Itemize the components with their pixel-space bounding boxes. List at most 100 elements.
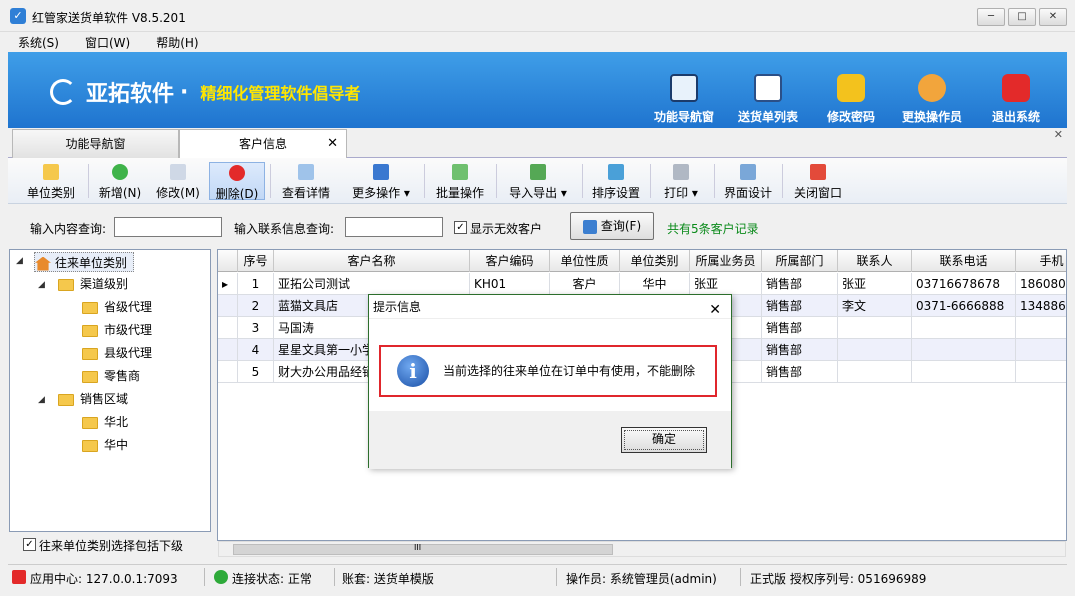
- menu-bar: 系统(S) 窗口(W) 帮助(H): [0, 32, 1075, 52]
- batch-icon: [452, 164, 468, 180]
- tab-label: 功能导航窗: [65, 137, 126, 151]
- batch-button[interactable]: 批量操作: [430, 162, 490, 200]
- contact-search-input[interactable]: [345, 217, 443, 237]
- col-salesman[interactable]: 所属业务员: [690, 250, 762, 272]
- tree-node-north[interactable]: 华北: [82, 412, 128, 432]
- show-invalid-checkbox[interactable]: ✓: [454, 221, 467, 234]
- col-name[interactable]: 客户名称: [274, 250, 470, 272]
- table-row[interactable]: ▸ 1 亚拓公司测试 KH01 客户 华中 张亚 销售部 张亚 03716678678 186080…: [218, 273, 1066, 295]
- button-label: 批量操作: [435, 186, 484, 200]
- category-button[interactable]: 单位类别: [22, 162, 80, 200]
- minimize-button[interactable]: ─: [977, 8, 1005, 26]
- tab-function-navigator[interactable]: 功能导航窗: [12, 129, 179, 158]
- ok-button[interactable]: 确定: [621, 427, 707, 453]
- col-phone[interactable]: 联系电话: [912, 250, 1016, 272]
- menu-system[interactable]: 系统(S): [0, 32, 67, 51]
- tab-close-icon[interactable]: ✕: [327, 130, 338, 158]
- show-invalid-label: 显示无效客户: [470, 222, 543, 236]
- content-search-input[interactable]: [114, 217, 222, 237]
- monitor-icon: [670, 74, 698, 102]
- close-window-button[interactable]: 关闭窗口: [788, 162, 848, 200]
- delete-button[interactable]: 删除(D): [209, 162, 265, 201]
- logo-icon: [50, 79, 76, 105]
- operator-status: 操作员: 系统管理员(admin): [566, 572, 717, 586]
- tree-label: 华中: [104, 438, 129, 452]
- button-label: 更多操作: [352, 186, 401, 200]
- tree-label: 销售区域: [80, 392, 129, 406]
- horizontal-scrollbar[interactable]: III: [218, 541, 1066, 557]
- view-details-button[interactable]: 查看详情: [276, 162, 336, 200]
- cell: 03716678678: [912, 273, 1016, 295]
- nav-label: 修改密码: [826, 110, 875, 124]
- include-children-checkbox[interactable]: ✓: [23, 538, 36, 551]
- more-actions-button[interactable]: 更多操作 ▾: [346, 162, 416, 200]
- cell: 5: [238, 361, 274, 383]
- col-mobile[interactable]: 手机: [1016, 250, 1066, 272]
- collapse-icon[interactable]: ◢: [38, 395, 45, 405]
- folder-icon: [82, 439, 98, 452]
- alert-dialog: 提示信息 ✕ i 当前选择的往来单位在订单中有使用，不能删除 确定: [368, 294, 732, 469]
- cell: 张亚: [690, 273, 762, 295]
- cell: [912, 361, 1016, 383]
- license-status: 正式版 授权序列号: 051696989: [750, 572, 927, 586]
- print-button[interactable]: 打印 ▾: [656, 162, 706, 200]
- tree-label: 渠道级别: [80, 277, 129, 291]
- button-label: 删除(D): [215, 187, 259, 201]
- menu-help[interactable]: 帮助(H): [138, 32, 206, 51]
- sort-icon: [608, 164, 624, 180]
- scroll-grip: III: [414, 543, 422, 552]
- dialog-title-bar: 提示信息 ✕: [369, 295, 731, 319]
- edit-button[interactable]: 修改(M): [152, 162, 204, 200]
- ui-design-button[interactable]: 界面设计: [720, 162, 776, 200]
- panel-close-icon[interactable]: ✕: [1054, 128, 1063, 141]
- import-export-button[interactable]: 导入导出 ▾: [502, 162, 574, 200]
- tree-label: 省级代理: [104, 300, 153, 314]
- nav-label: 更换操作员: [901, 110, 962, 124]
- separator: [740, 568, 741, 586]
- col-category[interactable]: 单位类别: [620, 250, 690, 272]
- row-indicator: [218, 295, 238, 317]
- tree-node-root[interactable]: 往来单位类别: [34, 252, 135, 272]
- maximize-button[interactable]: □: [1008, 8, 1036, 26]
- dialog-close-icon[interactable]: ✕: [709, 298, 721, 322]
- search-icon: [582, 219, 597, 234]
- nav-delivery-list[interactable]: 送货单列表: [728, 74, 808, 125]
- window-title: 红管家送货单软件 V8.5.201: [32, 11, 186, 25]
- scrollbar-thumb[interactable]: III: [233, 543, 613, 555]
- tree-node-retail[interactable]: 零售商: [82, 366, 140, 386]
- col-code[interactable]: 客户编码: [470, 250, 550, 272]
- collapse-icon[interactable]: ◢: [16, 256, 23, 266]
- tree-node-region[interactable]: 销售区域: [58, 389, 128, 409]
- col-seq[interactable]: 序号: [238, 250, 274, 272]
- collapse-icon[interactable]: ◢: [38, 280, 45, 290]
- tree-node-provincial[interactable]: 省级代理: [82, 297, 152, 317]
- dialog-message: 当前选择的往来单位在订单中有使用，不能删除: [443, 364, 696, 378]
- nav-exit[interactable]: 退出系统: [976, 74, 1056, 125]
- tree-node-central[interactable]: 华中: [82, 435, 128, 455]
- nav-change-operator[interactable]: 更换操作员: [892, 74, 972, 125]
- add-button[interactable]: 新增(N): [94, 162, 146, 200]
- import-icon: [530, 164, 546, 180]
- button-label: 打印: [664, 186, 689, 200]
- close-button[interactable]: ✕: [1039, 8, 1067, 26]
- nav-function-navigator[interactable]: 功能导航窗: [644, 74, 724, 125]
- col-nature[interactable]: 单位性质: [550, 250, 620, 272]
- tree-node-city[interactable]: 市级代理: [82, 320, 152, 340]
- connection-status: 连接状态: 正常: [232, 572, 312, 586]
- menu-window[interactable]: 窗口(W): [67, 32, 138, 51]
- tree-node-county[interactable]: 县级代理: [82, 343, 152, 363]
- row-indicator: ▸: [218, 273, 238, 295]
- query-button[interactable]: 查询(F): [570, 212, 654, 240]
- col-contact[interactable]: 联系人: [838, 250, 912, 272]
- tree-node-channel[interactable]: 渠道级别: [58, 274, 128, 294]
- tree-footer: ✓ 往来单位类别选择包括下级: [9, 532, 211, 556]
- row-indicator: [218, 339, 238, 361]
- nav-change-password[interactable]: 修改密码: [811, 74, 891, 125]
- cell: 1: [238, 273, 274, 295]
- separator: [270, 164, 271, 198]
- tab-bar: 功能导航窗 客户信息 ✕ ✕: [8, 128, 1067, 159]
- tab-customer-info[interactable]: 客户信息 ✕: [179, 129, 347, 159]
- button-label: 关闭窗口: [793, 186, 842, 200]
- sort-settings-button[interactable]: 排序设置: [588, 162, 644, 200]
- col-department[interactable]: 所属部门: [762, 250, 838, 272]
